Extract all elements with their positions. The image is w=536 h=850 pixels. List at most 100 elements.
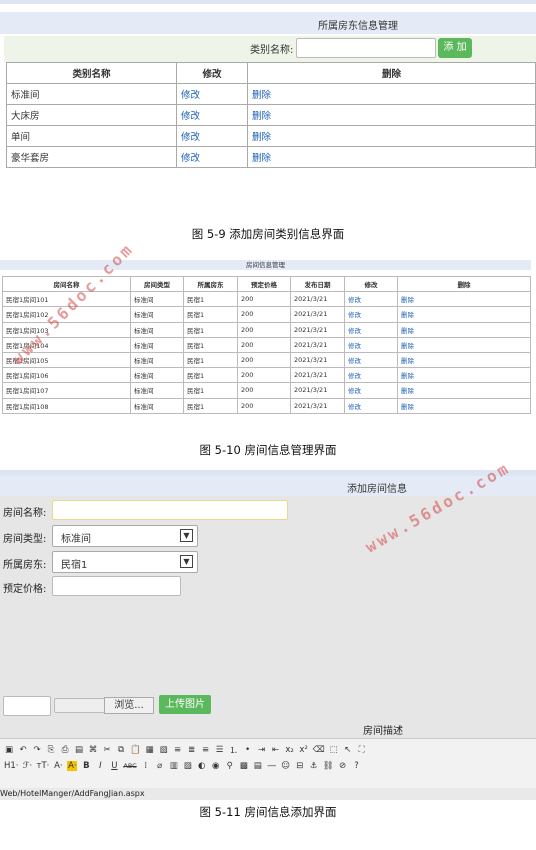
template-icon[interactable]: ▤ <box>74 745 84 755</box>
delete-link[interactable]: 删除 <box>252 90 271 101</box>
font-family-dropdown[interactable]: ℱ· <box>23 761 33 771</box>
edit-link[interactable]: 修改 <box>348 342 361 350</box>
delete-link[interactable]: 删除 <box>401 311 414 319</box>
underline-button[interactable]: U <box>109 761 119 771</box>
edit-link[interactable]: 修改 <box>181 90 200 101</box>
edit-link[interactable]: 修改 <box>348 372 361 380</box>
edit-link[interactable]: 修改 <box>181 153 200 164</box>
ordered-list-icon[interactable]: ⒈ <box>229 744 239 756</box>
category-table: 类别名称 修改 删除 标准间 修改 删除 大床房 修改 删除 单间 修改 删除 <box>6 62 536 168</box>
table-cell: 民宿1房间106 <box>2 367 131 384</box>
category-name-input[interactable] <box>296 38 436 58</box>
edit-link[interactable]: 修改 <box>181 111 200 122</box>
clear-format-icon[interactable]: ⌫ <box>313 745 325 755</box>
unordered-list-icon[interactable]: • <box>243 745 253 755</box>
undo-icon[interactable]: ↶ <box>18 745 28 755</box>
highlight-color-dropdown[interactable]: A· <box>67 760 78 771</box>
code-icon[interactable]: ⌘ <box>88 745 98 755</box>
preview-icon[interactable]: ⎘ <box>46 745 56 755</box>
edit-link[interactable]: 修改 <box>348 357 361 365</box>
edit-link[interactable]: 修改 <box>348 311 361 319</box>
cut-icon[interactable]: ✂ <box>102 745 112 755</box>
source-icon[interactable]: ▣ <box>4 745 14 755</box>
table-row: 民宿1房间106 标准间 民宿1 200 2021/3/21 修改 删除 <box>2 367 531 384</box>
align-center-icon[interactable]: ≣ <box>187 745 197 755</box>
fullscreen-icon[interactable]: ⛶ <box>357 745 367 755</box>
upload-image-button[interactable]: 上传图片 <box>159 695 211 714</box>
outdent-icon[interactable]: ⇤ <box>271 745 281 755</box>
status-bar: Web/HotelManger/AddFangJian.aspx <box>0 788 536 800</box>
align-justify-icon[interactable]: ☰ <box>215 745 225 755</box>
table-row: 民宿1房间107 标准间 民宿1 200 2021/3/21 修改 删除 <box>2 382 531 399</box>
align-right-icon[interactable]: ≡ <box>201 745 211 755</box>
cursor-icon[interactable]: ↖ <box>343 745 353 755</box>
owner-select[interactable]: 民宿1 ▼ <box>52 551 198 573</box>
horizontal-line-icon[interactable]: ― <box>267 761 277 771</box>
bold-button[interactable]: B <box>81 761 91 771</box>
add-button[interactable]: 添 加 <box>438 38 472 58</box>
emoticon-icon[interactable]: ☺ <box>281 761 291 771</box>
print-icon[interactable]: ⎙ <box>60 745 70 755</box>
table-icon[interactable]: ▥ <box>169 761 179 771</box>
line-height-icon[interactable]: ⁞ <box>141 761 151 771</box>
eraser-icon[interactable]: ⌀ <box>155 761 165 771</box>
copy-icon[interactable]: ⧉ <box>116 745 126 755</box>
browse-button[interactable]: 浏览... <box>104 697 154 714</box>
font-color-dropdown[interactable]: A· <box>53 761 63 771</box>
delete-link[interactable]: 删除 <box>401 342 414 350</box>
italic-button[interactable]: I <box>95 761 105 771</box>
column-header: 类别名称 <box>6 62 177 84</box>
edit-link[interactable]: 修改 <box>348 296 361 304</box>
delete-link[interactable]: 删除 <box>401 387 414 395</box>
delete-link[interactable]: 删除 <box>401 357 414 365</box>
delete-link[interactable]: 删除 <box>401 296 414 304</box>
column-header: 房间名称 <box>2 275 131 293</box>
flash-icon[interactable]: ◐ <box>197 761 207 771</box>
image-icon[interactable]: ▨ <box>183 761 193 771</box>
edit-link[interactable]: 修改 <box>348 327 361 335</box>
delete-link[interactable]: 删除 <box>252 132 271 143</box>
align-left-icon[interactable]: ≡ <box>173 745 183 755</box>
map-icon[interactable]: ▩ <box>239 761 249 771</box>
delete-link[interactable]: 删除 <box>252 153 271 164</box>
column-header: 修改 <box>176 62 248 84</box>
paste-icon[interactable]: 📋 <box>130 745 141 755</box>
room-type-select[interactable]: 标准间 ▼ <box>52 525 198 547</box>
link-icon[interactable]: ⛓ <box>323 761 334 771</box>
strikethrough-button[interactable]: ABC <box>123 762 136 770</box>
attachment-icon[interactable]: ⚲ <box>225 761 235 771</box>
table-cell: 200 <box>237 321 291 338</box>
file-path-input[interactable] <box>3 696 51 716</box>
help-icon[interactable]: ? <box>352 761 362 771</box>
heading-dropdown[interactable]: H1· <box>4 761 19 771</box>
subscript-icon[interactable]: x₂ <box>285 745 295 755</box>
paste-word-icon[interactable]: ▧ <box>159 745 169 755</box>
delete-link[interactable]: 删除 <box>401 403 414 411</box>
delete-link[interactable]: 删除 <box>401 372 414 380</box>
pagebreak-icon[interactable]: ⊟ <box>295 761 305 771</box>
delete-link[interactable]: 删除 <box>252 111 271 122</box>
edit-link[interactable]: 修改 <box>348 403 361 411</box>
indent-icon[interactable]: ⇥ <box>257 745 267 755</box>
redo-icon[interactable]: ↷ <box>32 745 42 755</box>
edit-link[interactable]: 修改 <box>348 387 361 395</box>
table-cell: 标准间 <box>130 397 184 414</box>
media-icon[interactable]: ◉ <box>211 761 221 771</box>
room-type-value: 标准间 <box>61 534 91 545</box>
font-size-dropdown[interactable]: тT· <box>37 761 50 771</box>
price-input[interactable] <box>52 576 181 596</box>
superscript-icon[interactable]: x² <box>299 745 309 755</box>
room-name-input[interactable] <box>52 500 288 520</box>
table-cell: 2021/3/21 <box>290 336 345 353</box>
category-name-cell: 单间 <box>6 125 177 147</box>
owner-value: 民宿1 <box>61 560 88 571</box>
figure-add-room: 添加房间信息 房间名称: 房间类型: 标准间 ▼ 所属房东: 民宿1 ▼ 预定价… <box>0 470 536 850</box>
delete-link[interactable]: 删除 <box>401 327 414 335</box>
code-block-icon[interactable]: ▤ <box>253 761 263 771</box>
paste-text-icon[interactable]: ▦ <box>145 745 155 755</box>
edit-link[interactable]: 修改 <box>181 132 200 143</box>
unlink-icon[interactable]: ⊘ <box>338 761 348 771</box>
anchor-icon[interactable]: ⚓ <box>309 761 319 771</box>
table-row: 民宿1房间104 标准间 民宿1 200 2021/3/21 修改 删除 <box>2 336 531 353</box>
select-all-icon[interactable]: ⬚ <box>329 745 339 755</box>
